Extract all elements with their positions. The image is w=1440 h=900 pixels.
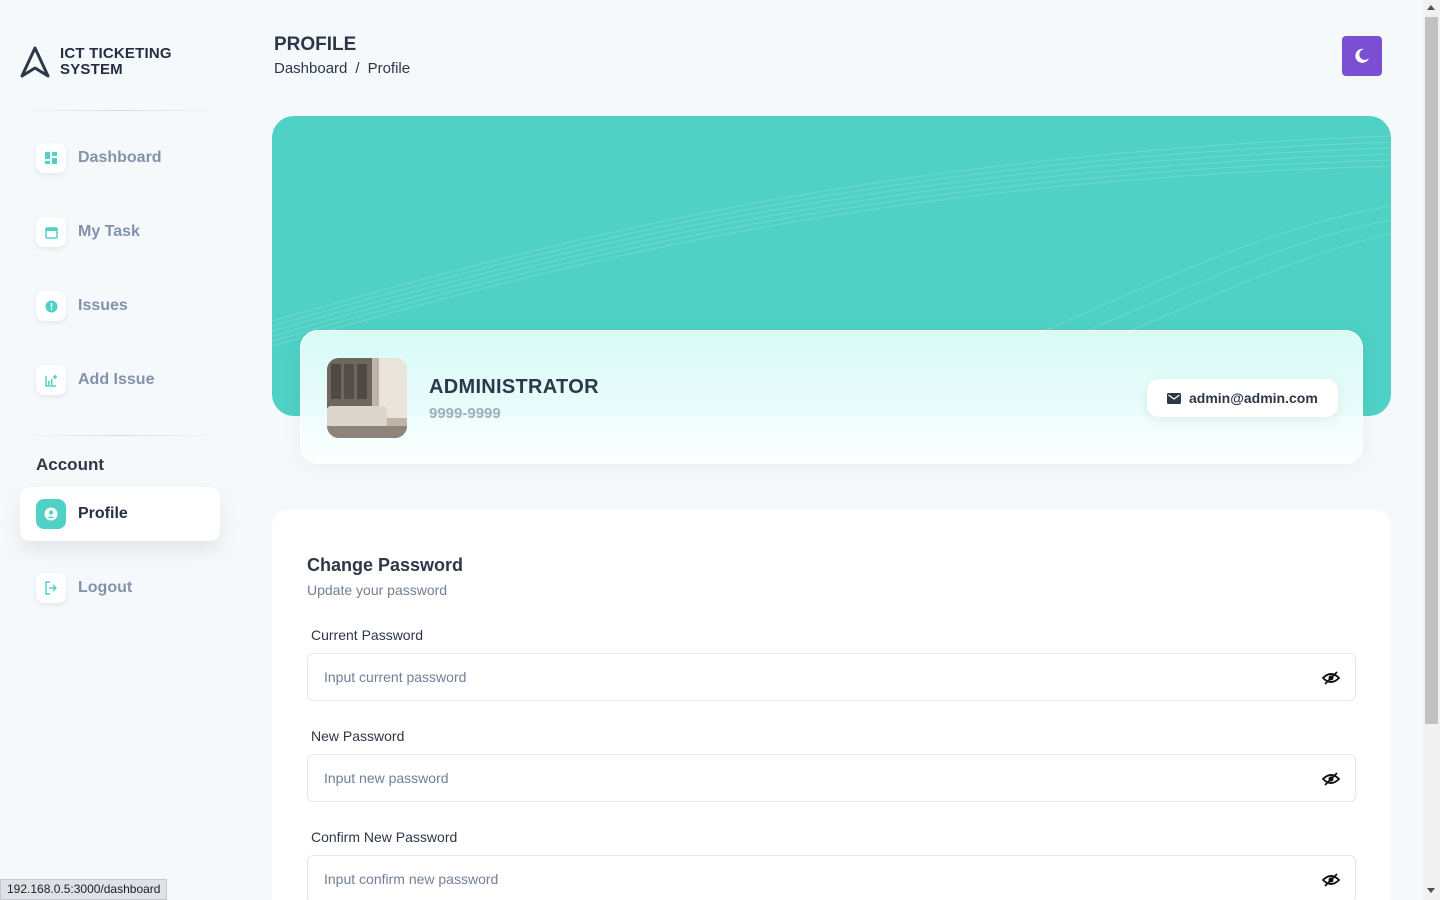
eye-slash-icon[interactable] (1321, 668, 1341, 688)
profile-phone: 9999-9999 (429, 405, 501, 422)
theme-toggle-button[interactable] (1342, 36, 1382, 76)
sidebar-divider (20, 110, 220, 111)
status-bar-url: 192.168.0.5:3000/dashboard (0, 879, 168, 900)
sidebar-item-issues[interactable]: Issues (20, 279, 220, 333)
add-chart-icon (36, 365, 66, 395)
eye-slash-icon[interactable] (1321, 870, 1341, 890)
moon-icon (1355, 48, 1369, 63)
page-scrollbar[interactable] (1423, 0, 1440, 900)
sidebar: ICT TICKETING SYSTEM Dashboard My Task I… (0, 0, 240, 900)
confirm-password-label: Confirm New Password (311, 829, 458, 845)
sidebar-item-my-task[interactable]: My Task (20, 205, 220, 259)
page-title: PROFILE (274, 34, 357, 55)
scroll-down-arrow-icon[interactable] (1427, 888, 1435, 893)
breadcrumb: Dashboard / Profile (274, 60, 410, 77)
card-title: Change Password (307, 555, 464, 575)
card-subtitle: Update your password (307, 582, 448, 598)
change-password-card: Change Password Update your password Cur… (272, 510, 1391, 900)
current-password-input[interactable] (308, 654, 1355, 700)
breadcrumb-profile: Profile (367, 60, 411, 77)
sidebar-item-label: Dashboard (78, 149, 162, 166)
sidebar-item-label: Issues (78, 297, 128, 314)
logo-icon (20, 46, 50, 78)
mail-icon (1167, 392, 1181, 404)
profile-name: ADMINISTRATOR (429, 376, 599, 398)
current-password-field (307, 653, 1356, 701)
section-title-account: Account (36, 455, 104, 474)
dashboard-icon (36, 143, 66, 173)
confirm-password-field (307, 855, 1356, 900)
confirm-password-input[interactable] (308, 856, 1355, 900)
email-chip[interactable]: admin@admin.com (1147, 379, 1338, 417)
sidebar-item-logout[interactable]: Logout (20, 561, 220, 615)
scroll-thumb[interactable] (1425, 17, 1438, 724)
breadcrumb-dashboard[interactable]: Dashboard (274, 60, 347, 77)
calendar-icon (36, 217, 66, 247)
sidebar-item-label: Add Issue (78, 371, 155, 388)
alert-icon (36, 291, 66, 321)
sidebar-divider (20, 435, 220, 436)
user-icon (36, 499, 66, 529)
new-password-label: New Password (311, 728, 405, 744)
sidebar-item-label: My Task (78, 223, 140, 240)
scroll-up-arrow-icon[interactable] (1427, 5, 1435, 10)
current-password-label: Current Password (311, 627, 424, 643)
sidebar-item-label: Profile (78, 505, 128, 522)
sidebar-item-dashboard[interactable]: Dashboard (20, 131, 220, 185)
brand-name: ICT TICKETING SYSTEM (60, 45, 172, 78)
sidebar-item-add-issue[interactable]: Add Issue (20, 353, 220, 407)
eye-slash-icon[interactable] (1321, 769, 1341, 789)
new-password-input[interactable] (308, 755, 1355, 801)
sidebar-item-profile[interactable]: Profile (20, 487, 220, 541)
avatar[interactable] (327, 358, 407, 438)
email-text: admin@admin.com (1189, 390, 1318, 406)
new-password-field (307, 754, 1356, 802)
logout-icon (36, 573, 66, 603)
breadcrumb-separator: / (355, 60, 360, 77)
sidebar-item-label: Logout (78, 579, 133, 596)
profile-card: ADMINISTRATOR 9999-9999 admin@admin.com (300, 330, 1363, 464)
brand[interactable]: ICT TICKETING SYSTEM (20, 46, 190, 78)
